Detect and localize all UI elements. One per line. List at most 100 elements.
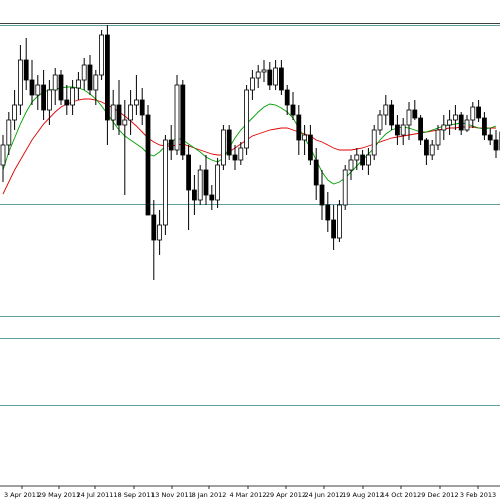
candle-body-bearish (227, 130, 231, 155)
candle-body-bullish (448, 120, 452, 125)
candle (407, 102, 411, 140)
candle (53, 68, 57, 105)
candle-body-bullish (71, 88, 75, 105)
candle (395, 115, 399, 145)
candle-body-bearish (482, 118, 486, 135)
x-tick-label: 14 Oct 2012 (381, 491, 421, 499)
candle-body-bearish (279, 68, 283, 90)
candle-body-bullish (82, 65, 86, 80)
candle-body-bullish (245, 90, 249, 148)
candle (30, 60, 34, 105)
candle (163, 135, 167, 235)
candle-body-bearish (395, 125, 399, 135)
candle-body-bearish (105, 35, 109, 120)
candlestick-chart: 3 Apr 201129 May 201124 Jul 201118 Sep 2… (0, 0, 500, 500)
candle (152, 200, 156, 280)
candle (291, 92, 295, 120)
candle-body-bearish (291, 105, 295, 115)
candle-body-bearish (477, 107, 481, 118)
moving-average-lines (3, 87, 496, 194)
candle (337, 200, 341, 242)
moving-average-red-line (3, 99, 496, 194)
candle (494, 130, 498, 158)
candle (129, 90, 133, 135)
candle-body-bearish (152, 215, 156, 240)
candle (76, 72, 80, 100)
candle-body-bullish (175, 85, 179, 150)
candle-body-bullish (349, 160, 353, 170)
candle-body-bullish (76, 80, 80, 88)
candle-body-bearish (30, 80, 34, 95)
candle-body-bearish (181, 85, 185, 155)
candle-body-bearish (268, 70, 272, 85)
candle-body-bullish (430, 145, 434, 155)
candle (448, 110, 452, 135)
candle (477, 100, 481, 122)
candle (332, 205, 336, 250)
candle-body-bearish (24, 60, 28, 80)
candle-body-bearish (424, 140, 428, 155)
x-tick-label: 4 Mar 2012 (229, 491, 266, 499)
candle (453, 105, 457, 130)
candle-body-bullish (216, 165, 220, 200)
candle-body-bullish (378, 115, 382, 130)
candle-body-bullish (303, 135, 307, 140)
candle-body-bearish (65, 100, 69, 105)
candle-body-bearish (320, 185, 324, 205)
candle (245, 85, 249, 155)
candle-body-bearish (42, 85, 46, 110)
candle (105, 25, 109, 145)
candle (227, 125, 231, 160)
candle-body-bullish (256, 72, 260, 78)
candle (169, 125, 173, 160)
candle (465, 115, 469, 132)
candle (192, 175, 196, 215)
candle (256, 65, 260, 88)
candle (18, 45, 22, 115)
x-axis-ticks: 3 Apr 201129 May 201124 Jul 201118 Sep 2… (4, 486, 496, 499)
candle-body-bearish (413, 110, 417, 118)
candle-body-bullish (53, 75, 57, 90)
candle (198, 165, 202, 205)
candle (459, 112, 463, 135)
candle-body-bearish (187, 155, 191, 190)
candle (24, 38, 28, 90)
candle (471, 102, 475, 128)
candle (314, 148, 318, 200)
candle (430, 140, 434, 160)
candle-body-bullish (134, 100, 138, 105)
candle (88, 55, 92, 95)
x-tick-label: 29 May 2011 (38, 491, 80, 499)
x-tick-label: 18 Sep 2011 (113, 491, 154, 499)
candle-body-bullish (36, 85, 40, 95)
candle (100, 30, 104, 80)
candle-body-bullish (401, 125, 405, 135)
candle (390, 100, 394, 130)
candle-body-bullish (343, 170, 347, 205)
candle (308, 125, 312, 165)
candle (401, 118, 405, 145)
candle-body-bearish (314, 160, 318, 185)
candle-body-bearish (361, 155, 365, 165)
candle-body-bearish (192, 190, 196, 200)
candle (42, 70, 46, 120)
candle-body-bullish (372, 130, 376, 155)
candle-body-bullish (337, 205, 341, 238)
candle-body-bearish (169, 140, 173, 150)
candle (210, 185, 214, 210)
candle-body-bearish (297, 115, 301, 140)
candle (47, 80, 51, 125)
candle-body-bullish (18, 60, 22, 105)
candle-body-bullish (158, 225, 162, 240)
candle (117, 80, 121, 135)
candle (384, 95, 388, 125)
candle-body-bullish (436, 130, 440, 145)
candle (187, 145, 191, 230)
candle-body-bullish (355, 155, 359, 160)
candle (361, 150, 365, 170)
candle-body-bullish (111, 105, 115, 120)
candle-body-bullish (1, 145, 5, 165)
candle-body-bearish (88, 65, 92, 90)
candle (221, 125, 225, 170)
candle (442, 115, 446, 140)
